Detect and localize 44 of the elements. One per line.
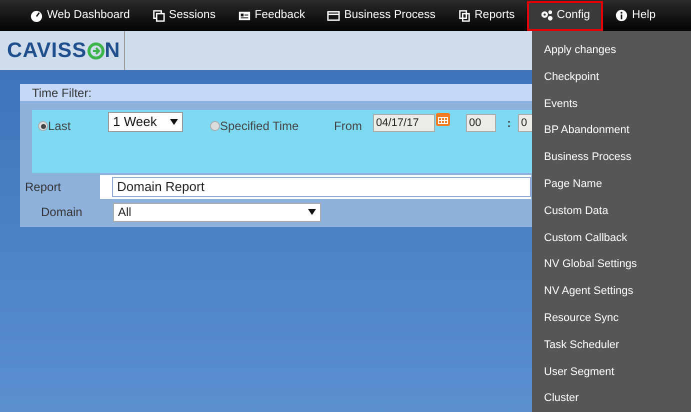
report-field[interactable]: Domain Report: [112, 176, 531, 196]
hour-field[interactable]: 00: [466, 114, 496, 132]
menu-item[interactable]: User Segment: [544, 358, 614, 386]
nav-tab[interactable]: Sessions: [142, 0, 226, 30]
report-label: Report: [24, 178, 62, 196]
nav-tab[interactable]: Web Dashboard: [20, 0, 140, 30]
domain-select[interactable]: All: [113, 202, 321, 222]
gears-icon: [540, 9, 553, 22]
caret-icon: [170, 119, 178, 125]
menu-item[interactable]: Custom Data: [544, 198, 608, 224]
window-icon: [327, 9, 340, 22]
date-field[interactable]: 04/17/17: [373, 114, 435, 132]
gauge-icon: [30, 9, 43, 22]
menu-item[interactable]: Checkpoint: [544, 64, 600, 91]
copy-icon: [152, 9, 165, 22]
menu-item[interactable]: BP Abandonment: [544, 117, 630, 144]
time-separator: :: [507, 115, 511, 132]
nav-tab[interactable]: Business Process: [317, 0, 446, 30]
card-icon: [238, 9, 251, 22]
radio-option[interactable]: Last: [38, 117, 71, 135]
calendar-icon[interactable]: [435, 111, 451, 127]
radio-option[interactable]: Specified Time: [210, 117, 299, 135]
menu-item[interactable]: Page Name: [544, 170, 602, 198]
menu-item[interactable]: NV Agent Settings: [544, 278, 634, 305]
menu-item[interactable]: Custom Callback: [544, 224, 628, 252]
info-icon: [615, 9, 628, 22]
menu-item[interactable]: Task Scheduler: [544, 332, 620, 358]
nav-tab[interactable]: Help: [605, 0, 666, 30]
caret-icon: [308, 209, 316, 215]
copy2-icon: [458, 9, 470, 22]
nav-tab[interactable]: Reports: [448, 0, 525, 30]
from-label: From: [334, 118, 362, 135]
menu-item[interactable]: Resource Sync: [544, 304, 619, 332]
menu-item[interactable]: Apply changes: [544, 37, 616, 64]
period-select[interactable]: 1 Week: [108, 112, 183, 132]
panel-title: Time Filter:: [32, 84, 92, 102]
menu-item[interactable]: NV Global Settings: [544, 251, 637, 278]
menu-item[interactable]: Business Process: [544, 144, 632, 171]
menu-item[interactable]: Cluster: [544, 385, 579, 412]
menu-item[interactable]: Events: [544, 90, 578, 118]
logo-mark-icon: [86, 42, 105, 60]
domain-label: Domain: [40, 204, 84, 221]
nav-tab[interactable]: Feedback: [228, 0, 316, 30]
nav-tab[interactable]: Config: [526, 0, 604, 30]
